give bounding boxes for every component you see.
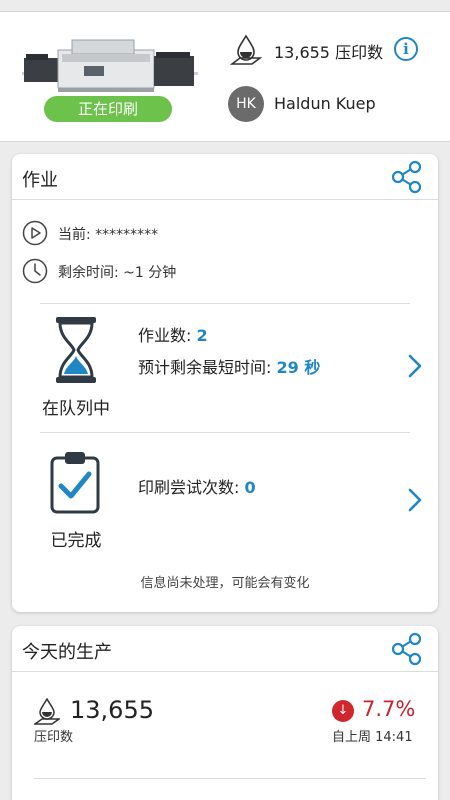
remaining-time-label: 剩余时间: ~1 分钟 bbox=[58, 265, 177, 281]
jobs-card-title: 作业 bbox=[22, 170, 58, 191]
impressions-summary: 13,655 压印数 i bbox=[230, 32, 440, 72]
production-card: 今天的生产 13,655 压印数 ↓ 7.7% 自上周 14:41 bbox=[12, 626, 438, 800]
min-time-label: 预计剩余最短时间: bbox=[138, 358, 277, 377]
down-arrow-icon: ↓ bbox=[332, 700, 354, 722]
min-time-value: 29 秒 bbox=[276, 358, 321, 377]
avatar: HK bbox=[228, 86, 264, 122]
production-impressions-value: 13,655 bbox=[70, 696, 154, 724]
job-count-value: 2 bbox=[196, 326, 208, 345]
print-attempts-value: 0 bbox=[244, 478, 256, 497]
press-status-badge: 正在印刷 bbox=[44, 96, 172, 122]
play-icon bbox=[22, 220, 48, 246]
jobs-card: 作业 当前: ********* 剩余时间: ~1 分钟 在队列中 作业数: 2… bbox=[12, 154, 438, 612]
chevron-right-icon[interactable] bbox=[408, 354, 422, 378]
user-info[interactable]: HK Haldun Kuep bbox=[228, 86, 438, 122]
production-card-title: 今天的生产 bbox=[22, 642, 112, 663]
share-icon[interactable] bbox=[390, 632, 424, 666]
impressions-count: 13,655 压印数 bbox=[274, 43, 384, 62]
clock-icon bbox=[22, 258, 48, 284]
clipboard-check-icon bbox=[50, 452, 100, 514]
section-divider bbox=[40, 303, 410, 304]
chevron-right-icon[interactable] bbox=[408, 488, 422, 512]
card-divider bbox=[12, 199, 438, 200]
top-bar bbox=[0, 0, 450, 12]
change-percentage: 7.7% bbox=[362, 697, 416, 721]
share-icon[interactable] bbox=[390, 160, 424, 194]
press-header: 正在印刷 13,655 压印数 i HK Haldun Kuep bbox=[0, 12, 450, 142]
min-time-stat: 预计剩余最短时间: 29 秒 bbox=[138, 354, 320, 378]
print-attempts-stat: 印刷尝试次数: 0 bbox=[138, 474, 256, 498]
completed-label: 已完成 bbox=[50, 531, 102, 551]
ink-drop-icon bbox=[34, 698, 60, 725]
section-divider bbox=[34, 778, 426, 779]
current-job-label: 当前: ********* bbox=[58, 227, 159, 243]
print-attempts-label: 印刷尝试次数: bbox=[138, 478, 245, 497]
info-note: 信息尚未处理，可能会有变化 bbox=[140, 576, 310, 591]
production-impressions-label: 压印数 bbox=[34, 730, 74, 745]
queued-label: 在队列中 bbox=[42, 399, 110, 419]
user-name: Haldun Kuep bbox=[274, 94, 376, 113]
ink-drop-icon bbox=[230, 34, 262, 65]
comparison-label: 自上周 14:41 bbox=[332, 730, 413, 745]
section-divider bbox=[40, 432, 410, 433]
printing-press-image bbox=[22, 39, 198, 92]
info-icon[interactable]: i bbox=[394, 37, 418, 61]
job-count-stat: 作业数: 2 bbox=[138, 322, 208, 346]
hourglass-icon bbox=[56, 317, 96, 383]
card-divider bbox=[12, 671, 438, 672]
job-count-label: 作业数: bbox=[138, 326, 197, 345]
